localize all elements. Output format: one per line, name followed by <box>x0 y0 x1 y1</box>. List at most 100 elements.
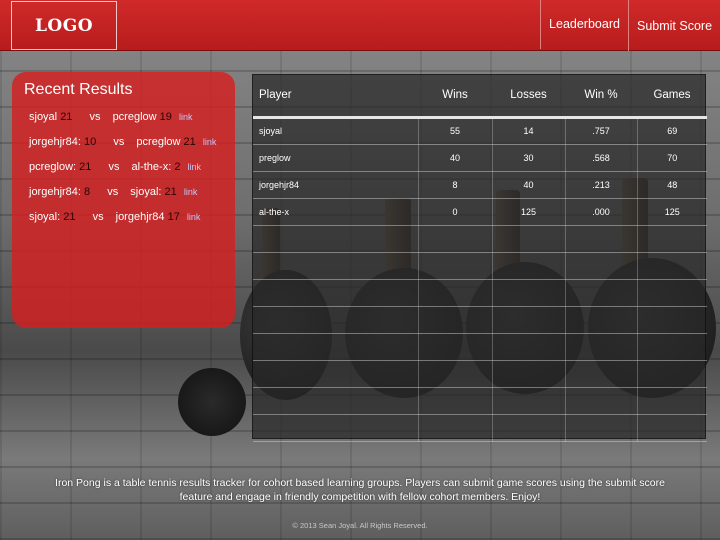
cell-losses <box>492 252 566 280</box>
score1: 8 <box>84 186 91 198</box>
result-item: sjoyal: 21 vs jorgehjr84 17 link <box>29 211 200 223</box>
cell-wins: 0 <box>418 198 493 226</box>
column-header-player: Player <box>253 75 418 119</box>
cell-losses: 40 <box>492 171 566 199</box>
score2: 21 <box>183 136 196 148</box>
vs-label: vs <box>107 186 119 198</box>
cell-win-percent <box>565 414 638 442</box>
table-row <box>253 333 707 361</box>
score2: 17 <box>167 211 180 223</box>
vs-label: vs <box>108 161 120 173</box>
cell-losses <box>492 387 566 415</box>
cell-games <box>637 360 707 388</box>
cell-win-percent: .757 <box>565 117 638 145</box>
cell-losses <box>492 360 566 388</box>
copyright: © 2013 Sean Joyal. All Rights Reserved. <box>292 521 428 530</box>
cell-games: 69 <box>637 117 707 145</box>
cell-wins: 40 <box>418 144 493 172</box>
about-text: Iron Pong is a table tennis results trac… <box>55 477 665 503</box>
recent-results-title: Recent Results <box>24 81 133 98</box>
cell-player <box>253 333 419 361</box>
table-row: sjoyal 55 14.757 69 <box>253 117 707 145</box>
cell-win-percent <box>565 360 638 388</box>
cell-wins <box>418 387 493 415</box>
result-link[interactable]: link <box>179 112 193 122</box>
cell-player: al-the-x <box>253 198 419 226</box>
cell-losses: 125 <box>492 198 566 226</box>
result-link[interactable]: link <box>187 212 201 222</box>
cell-wins <box>418 360 493 388</box>
player2: pcreglow <box>136 136 181 148</box>
recent-results-panel: Recent Results sjoyal 21 vs pcreglow 19 … <box>12 72 235 328</box>
result-link[interactable]: link <box>188 162 202 172</box>
cell-wins <box>418 252 493 280</box>
table-row <box>253 360 707 388</box>
cell-player <box>253 279 419 307</box>
cell-win-percent <box>565 387 638 415</box>
cell-wins <box>418 333 493 361</box>
column-header-losses: Losses <box>492 75 565 119</box>
column-header-wins: Wins <box>418 75 492 119</box>
cell-wins <box>418 225 493 253</box>
cell-win-percent: .000 <box>565 198 638 226</box>
cell-losses <box>492 333 566 361</box>
table-row <box>253 225 707 253</box>
cell-games <box>637 333 707 361</box>
cell-player: sjoyal <box>253 117 419 145</box>
cell-player <box>253 387 419 415</box>
leaderboard-table-panel: Player Wins Losses Win % Games sjoyal 55 1… <box>252 74 707 442</box>
score2: 19 <box>159 111 172 123</box>
table-row <box>253 414 707 442</box>
cell-games: 70 <box>637 144 707 172</box>
cell-player <box>253 306 419 334</box>
cell-player <box>253 360 419 388</box>
player1: pcreglow: <box>29 161 77 173</box>
cell-player <box>253 225 419 253</box>
cell-losses <box>492 279 566 307</box>
table-row <box>253 306 707 334</box>
cell-win-percent <box>565 252 638 280</box>
player1: jorgehjr84: <box>29 136 81 148</box>
cell-win-percent: .213 <box>565 171 638 199</box>
nav-submit-score[interactable]: Submit Score <box>628 0 720 51</box>
score1: 21 <box>60 111 73 123</box>
table-row <box>253 387 707 415</box>
vs-label: vs <box>113 136 125 148</box>
table-row: preglow 40 30.568 70 <box>253 144 707 172</box>
cell-games <box>637 387 707 415</box>
column-header-win-percent: Win % <box>565 75 637 119</box>
cell-games <box>637 252 707 280</box>
result-link[interactable]: link <box>203 137 217 147</box>
score1: 10 <box>84 136 97 148</box>
cell-wins <box>418 414 493 442</box>
cell-wins: 8 <box>418 171 493 199</box>
result-item: jorgehjr84: 8 vs sjoyal: 21 link <box>29 186 197 198</box>
cell-wins: 55 <box>418 117 493 145</box>
cell-games <box>637 279 707 307</box>
vs-label: vs <box>89 111 101 123</box>
cell-games <box>637 225 707 253</box>
cell-games: 125 <box>637 198 707 226</box>
cell-games <box>637 414 707 442</box>
result-item: jorgehjr84: 10 vs pcreglow 21 link <box>29 136 216 148</box>
cell-games: 48 <box>637 171 707 199</box>
player2: al-the-x: <box>131 161 172 173</box>
cell-player: preglow <box>253 144 419 172</box>
cell-losses: 14 <box>492 117 566 145</box>
cell-wins <box>418 279 493 307</box>
cell-win-percent <box>565 333 638 361</box>
player2: pcreglow <box>112 111 157 123</box>
logo[interactable]: LOGO <box>11 1 117 50</box>
nav-leaderboard[interactable]: Leaderboard <box>540 0 628 49</box>
cell-wins <box>418 306 493 334</box>
result-item: pcreglow: 21 vs al-the-x: 2 link <box>29 161 201 173</box>
table-row <box>253 279 707 307</box>
column-header-games: Games <box>637 75 707 119</box>
cell-losses: 30 <box>492 144 566 172</box>
vs-label: vs <box>92 211 104 223</box>
cell-win-percent <box>565 225 638 253</box>
table-row: al-the-x 0 125.000 125 <box>253 198 707 226</box>
cell-losses <box>492 414 566 442</box>
score1: 21 <box>63 211 76 223</box>
result-link[interactable]: link <box>184 187 198 197</box>
